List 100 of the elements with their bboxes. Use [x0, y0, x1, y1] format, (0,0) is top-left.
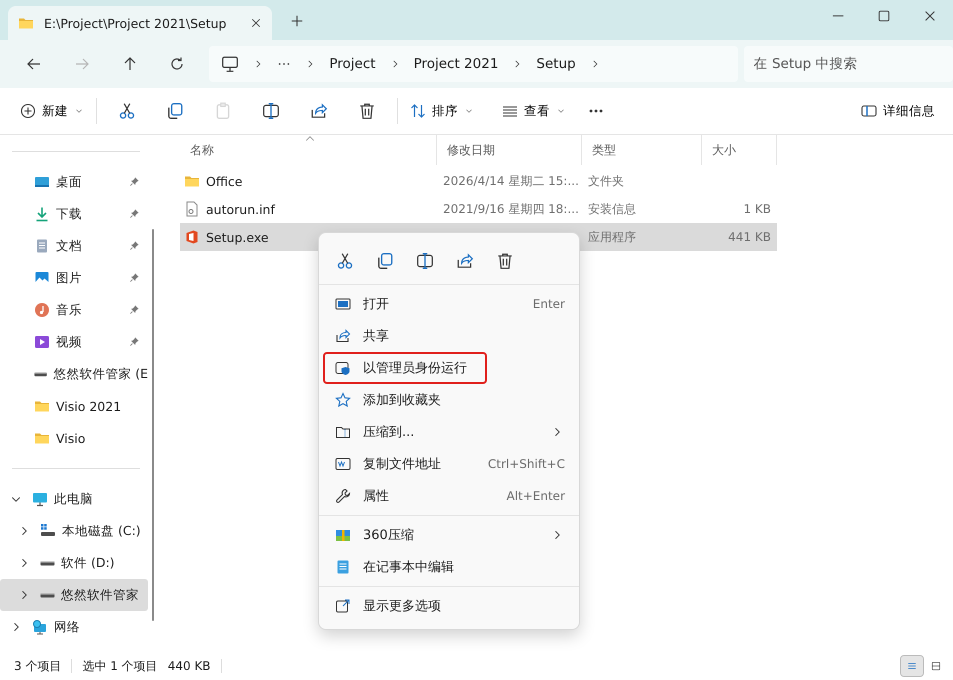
selection-count: 选中 1 个项目 [82, 658, 159, 674]
tab[interactable]: E:\Project\Project 2021\Setup [8, 6, 272, 40]
close-icon [250, 17, 262, 29]
trash-icon [358, 102, 376, 120]
sidebar-item[interactable]: 音乐 [0, 294, 148, 326]
view-button[interactable]: 查看 [496, 95, 572, 127]
tree-item[interactable]: 软件 (D:) [0, 547, 148, 579]
menu-item[interactable]: 以管理员身份运行 [323, 352, 487, 384]
breadcrumb[interactable]: Project [329, 56, 376, 72]
drive-icon [40, 592, 55, 598]
drive-icon [34, 372, 48, 376]
picture-icon [34, 270, 50, 286]
network-icon [32, 619, 48, 635]
drive-icon [40, 523, 56, 539]
sidebar-item[interactable]: 下载 [0, 198, 148, 230]
computer-icon [32, 491, 48, 507]
size-cell-text: 1 KB [742, 202, 772, 216]
menu-item[interactable]: 共享 [323, 320, 575, 352]
size-cell-text: 441 KB [727, 230, 772, 244]
shortcut-text: Enter [532, 297, 566, 311]
share-icon [456, 252, 474, 270]
file-name: Office [206, 174, 242, 188]
file-row[interactable]: Office 2026/4/14 星期二 15:... 文件夹 [180, 167, 777, 195]
type-cell-text: 文件夹 [587, 172, 625, 190]
sidebar-item[interactable]: 悠然软件管家 (E [0, 358, 148, 390]
menu-item[interactable]: 添加到收藏夹 [323, 384, 575, 416]
view-toggle[interactable] [901, 656, 923, 676]
sidebar-item[interactable]: 视频 [0, 326, 148, 358]
column-header[interactable]: 类型 [582, 135, 702, 165]
shortcut-text: Alt+Enter [506, 489, 566, 503]
settings-file-icon [184, 201, 200, 217]
column-header[interactable]: 大小 [702, 135, 777, 165]
tab-title: E:\Project\Project 2021\Setup [44, 16, 228, 30]
tree-item[interactable]: 本地磁盘 (C:) [0, 515, 148, 547]
shortcut-text: Ctrl+Shift+C [488, 457, 566, 471]
type-cell-text: 安装信息 [587, 200, 637, 218]
menu-item[interactable]: 在记事本中编辑 [323, 551, 575, 583]
column-header[interactable]: 修改日期 [437, 135, 582, 165]
sidebar-item[interactable]: 桌面 [0, 166, 148, 198]
document-icon [34, 238, 50, 254]
back-arrow-icon [26, 56, 42, 72]
scissors-icon [118, 102, 136, 120]
desktop-icon [34, 174, 50, 190]
sidebar-item[interactable]: 图片 [0, 262, 148, 294]
star-icon [335, 392, 351, 408]
file-name: autorun.inf [206, 202, 275, 216]
menu-item[interactable]: 压缩到... [323, 416, 575, 448]
sidebar-item[interactable]: Visio 2021 [0, 390, 148, 422]
menu-item[interactable]: 复制文件地址 Ctrl+Shift+C [323, 448, 575, 480]
close-icon [923, 9, 937, 23]
office-document-icon [184, 229, 200, 245]
add-icon [20, 103, 36, 119]
share-icon [310, 102, 328, 120]
rename-icon [262, 102, 280, 120]
music-icon [34, 302, 50, 318]
address-bar[interactable]: Project Project 2021 Setup [209, 46, 738, 82]
window-icon [335, 296, 351, 312]
date-cell-text: 2021/9/16 星期四 18:... [442, 200, 580, 218]
menu-item[interactable]: 显示更多选项 [323, 590, 575, 622]
menu-item[interactable]: 属性 Alt+Enter [323, 480, 575, 512]
forward-arrow-icon [74, 56, 90, 72]
breadcrumb[interactable]: Project 2021 [414, 56, 498, 72]
selection-size: 440 KB [168, 659, 212, 673]
tiles-view-icon [931, 659, 941, 673]
maximize-icon [877, 9, 891, 23]
refresh-icon [169, 56, 186, 72]
clipboard-icon [214, 102, 232, 120]
search-field[interactable]: 在 Setup 中搜索 [744, 46, 953, 82]
tree-item[interactable]: 悠然软件管家 [0, 579, 148, 611]
download-icon [34, 206, 50, 222]
menu-item[interactable]: 打开 Enter [323, 288, 575, 320]
archive-icon [335, 527, 351, 543]
tree-item[interactable]: 此电脑 [0, 483, 140, 515]
computer-icon [221, 55, 240, 73]
breadcrumb[interactable]: Setup [536, 56, 576, 72]
more-options-icon [335, 598, 351, 614]
sidebar-item[interactable]: Visio [0, 422, 148, 454]
item-count: 3 个项目 [14, 658, 62, 674]
minimize-icon [832, 15, 844, 17]
file-row[interactable]: autorun.inf 2021/9/16 星期四 18:... 安装信息 1 KB [180, 195, 777, 223]
plus-icon [290, 14, 304, 28]
copy-icon [376, 252, 394, 270]
details-pane-button[interactable]: 详细信息 [855, 95, 941, 127]
sidebar-item[interactable]: 文档 [0, 230, 148, 262]
share-icon [335, 328, 351, 344]
menu-item[interactable]: 360压缩 [323, 519, 575, 551]
notepad-icon [335, 559, 351, 575]
wrench-icon [335, 488, 351, 504]
new-button[interactable]: 新建 [14, 95, 90, 127]
trash-icon [496, 252, 514, 270]
sort-button[interactable]: 排序 [404, 95, 480, 127]
date-cell-text: 2026/4/14 星期二 15:... [442, 172, 580, 190]
sort-icon [410, 103, 426, 119]
video-icon [34, 334, 50, 350]
scissors-icon [336, 252, 354, 270]
tree-item[interactable]: 网络 [0, 611, 140, 643]
details-pane-icon [861, 103, 877, 119]
column-header[interactable]: 名称 [180, 135, 437, 165]
shield-icon [335, 360, 351, 376]
type-cell-text: 应用程序 [587, 228, 637, 246]
